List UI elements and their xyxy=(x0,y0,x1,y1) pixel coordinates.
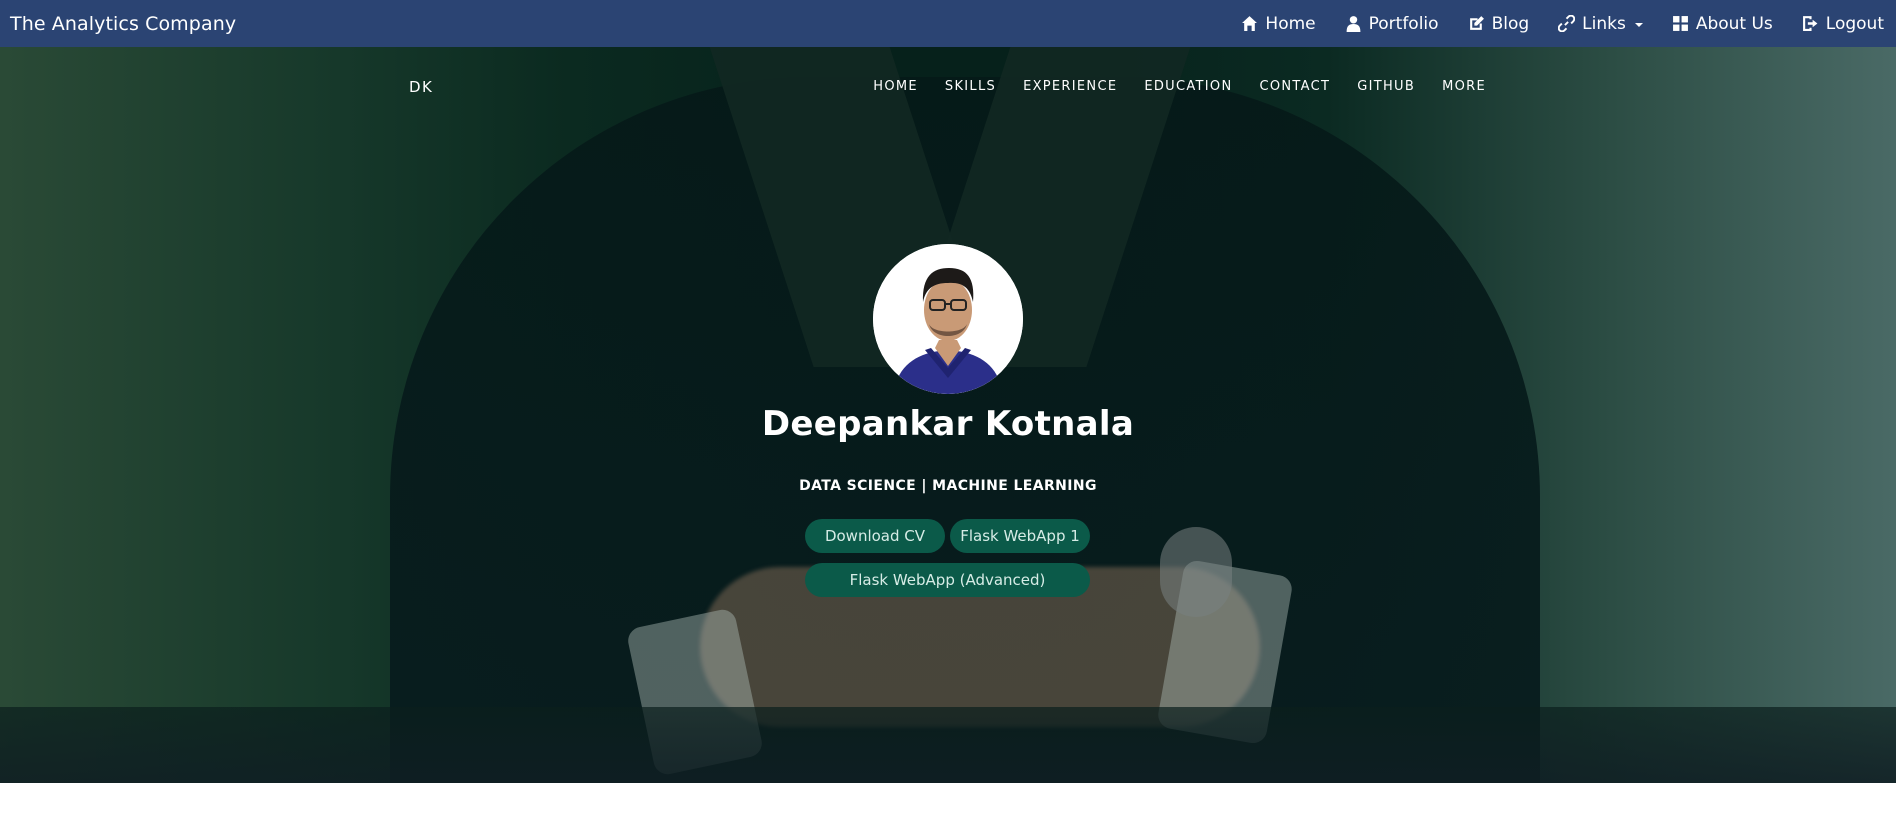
nav-blog[interactable]: Blog xyxy=(1468,0,1530,47)
user-icon xyxy=(1346,16,1361,32)
nav-home-label: Home xyxy=(1265,13,1316,34)
brand-link[interactable]: The Analytics Company xyxy=(10,13,236,35)
nav-home[interactable]: Home xyxy=(1241,0,1316,47)
nav-blog-label: Blog xyxy=(1491,13,1530,34)
profile-photo xyxy=(873,244,1023,394)
hero-section: DK HOME SKILLS EXPERIENCE EDUCATION CONT… xyxy=(0,47,1896,783)
profile-name: Deepankar Kotnala xyxy=(761,404,1135,444)
profile-avatar xyxy=(873,244,1023,394)
flask-webapp-1-button[interactable]: Flask WebApp 1 xyxy=(950,519,1090,553)
hero-nav-links: HOME SKILLS EXPERIENCE EDUCATION CONTACT… xyxy=(846,79,1486,94)
background-watch xyxy=(1160,527,1232,617)
hero-brand[interactable]: DK xyxy=(409,78,433,96)
nav-portfolio[interactable]: Portfolio xyxy=(1345,0,1439,47)
hero-nav-education[interactable]: EDUCATION xyxy=(1144,79,1232,94)
hero-nav-more[interactable]: MORE xyxy=(1442,79,1486,94)
nav-about-us[interactable]: About Us xyxy=(1672,0,1773,47)
download-cv-button[interactable]: Download CV xyxy=(805,519,945,553)
logout-icon xyxy=(1802,16,1818,31)
nav-about-us-label: About Us xyxy=(1695,13,1773,34)
hero-nav-experience[interactable]: EXPERIENCE xyxy=(1023,79,1117,94)
edit-icon xyxy=(1469,16,1484,30)
nav-logout-label: Logout xyxy=(1825,13,1884,34)
hero-nav-github[interactable]: GITHUB xyxy=(1357,79,1415,94)
top-navbar: The Analytics Company Home Portfolio Blo… xyxy=(0,0,1896,47)
nav-links-label: Links xyxy=(1582,13,1626,34)
hero-nav-home[interactable]: HOME xyxy=(873,79,918,94)
home-icon xyxy=(1242,16,1258,31)
nav-links-dropdown[interactable]: Links xyxy=(1558,0,1643,47)
nav-portfolio-label: Portfolio xyxy=(1368,13,1439,34)
hero-nav-skills[interactable]: SKILLS xyxy=(945,79,996,94)
link-icon xyxy=(1558,15,1576,32)
background-floor xyxy=(0,707,1896,783)
profile-subtitle: DATA SCIENCE | MACHINE LEARNING xyxy=(799,478,1097,494)
hero-navbar: DK HOME SKILLS EXPERIENCE EDUCATION CONT… xyxy=(0,47,1896,127)
nav-logout[interactable]: Logout xyxy=(1802,0,1884,47)
chevron-down-icon xyxy=(1634,23,1643,27)
hero-nav-contact[interactable]: CONTACT xyxy=(1259,79,1330,94)
top-nav-menu: Home Portfolio Blog Links About Us Logou… xyxy=(1212,0,1884,47)
flask-webapp-advanced-button[interactable]: Flask WebApp (Advanced) xyxy=(805,563,1090,597)
grid-icon xyxy=(1672,16,1688,31)
